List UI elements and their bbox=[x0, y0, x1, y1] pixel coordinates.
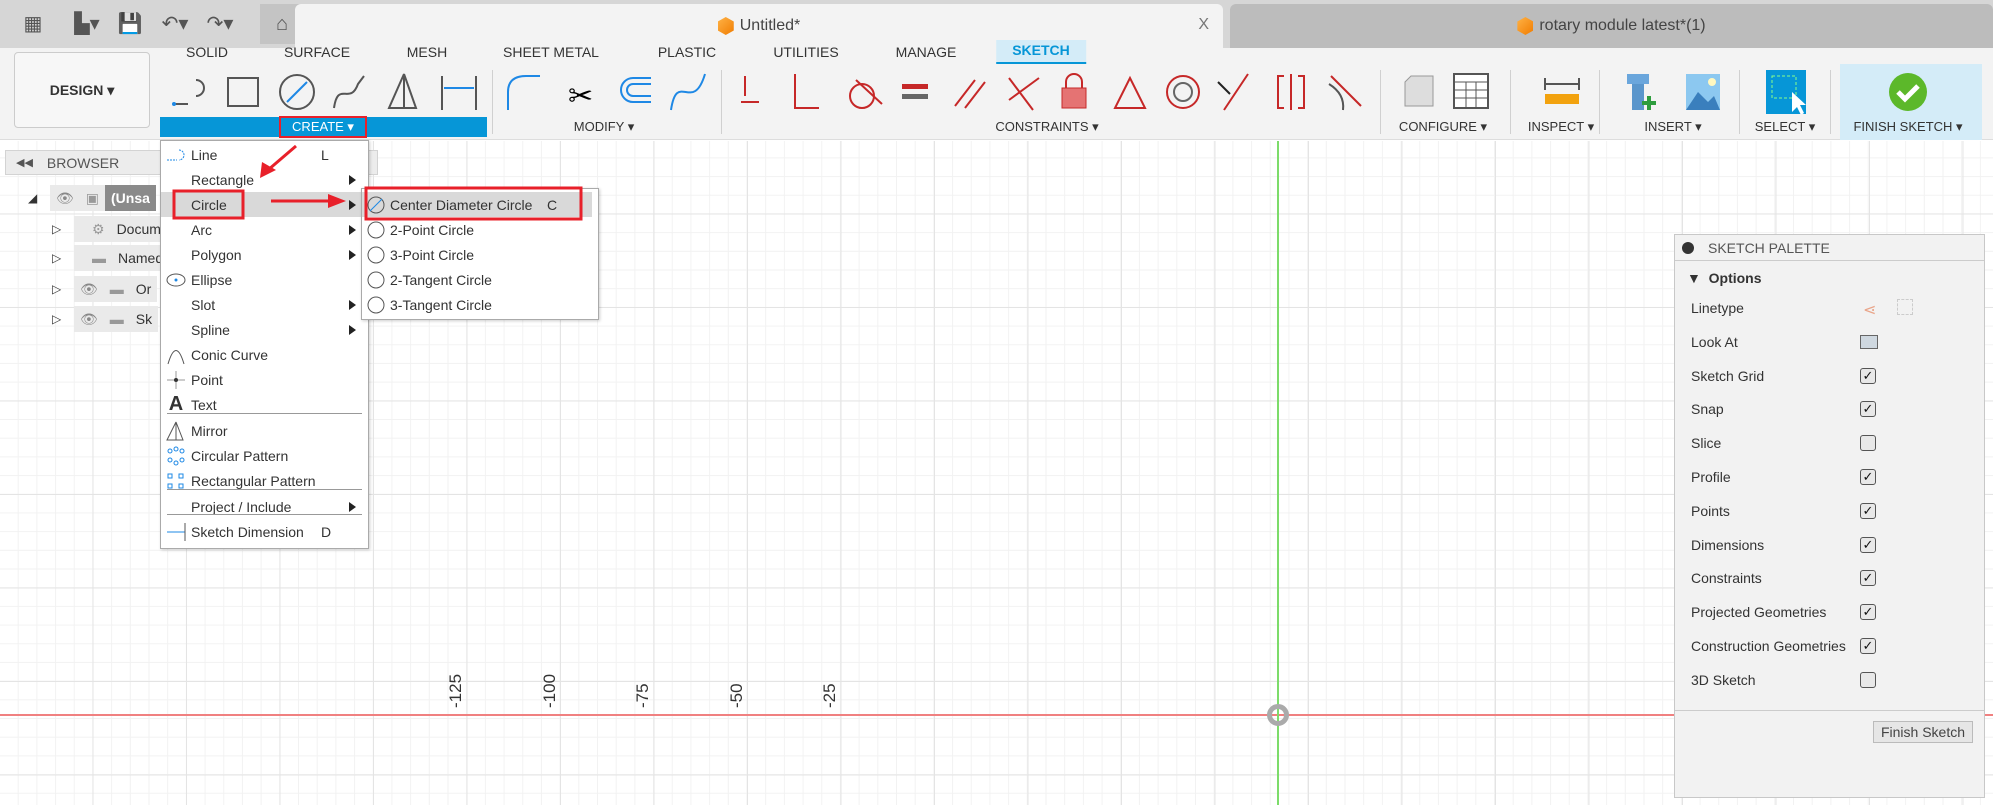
annotation-box-center-diameter bbox=[364, 186, 583, 221]
annotation-box-create bbox=[279, 116, 367, 138]
annotation-arrowhead bbox=[328, 194, 346, 208]
annotation-overlay bbox=[172, 116, 583, 221]
annotation-box-circle bbox=[172, 189, 245, 220]
annotation-arrow bbox=[267, 144, 297, 172]
